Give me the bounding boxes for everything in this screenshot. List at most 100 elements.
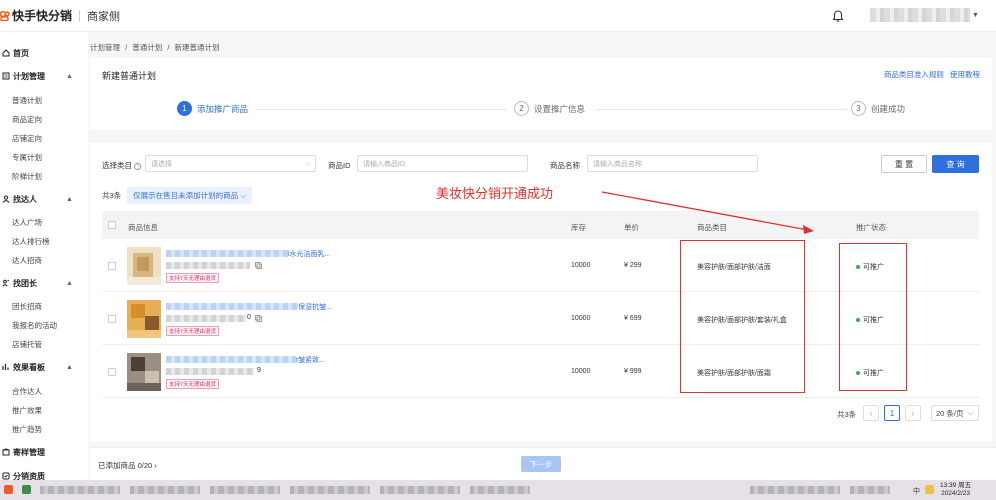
next-page-button[interactable]: › xyxy=(905,405,921,421)
sidebar-item-promo-effect[interactable]: 推广效果 xyxy=(0,401,88,419)
sidebar-item-tier-plan[interactable]: 阶梯计划 xyxy=(0,167,88,185)
header-category: 商品类目 xyxy=(697,223,727,232)
tray-app-icon[interactable] xyxy=(925,485,934,494)
prev-page-button[interactable]: ‹ xyxy=(863,405,879,421)
stock-value: 10000 xyxy=(571,262,591,269)
bell-icon[interactable] xyxy=(831,9,845,23)
product-name-input[interactable]: 请输入商品名称 xyxy=(587,155,758,172)
product-id-input[interactable]: 请输入商品ID xyxy=(357,155,528,172)
plan-icon xyxy=(2,72,10,80)
sidebar-item-label: 商品定向 xyxy=(12,114,42,124)
product-id-blurred xyxy=(166,262,250,269)
added-products-toggle[interactable]: 已添加商品 0/20 › xyxy=(98,460,157,471)
sidebar-item-product-target[interactable]: 商品定向 xyxy=(0,110,88,128)
user-account[interactable] xyxy=(870,8,970,22)
page-size-select[interactable]: 20 条/页 ⌵ xyxy=(931,405,979,421)
sidebar-item-talent-square[interactable]: 达人广场 xyxy=(0,213,88,231)
sidebar-item-promo-trend[interactable]: 推广趋势 xyxy=(0,420,88,438)
tray-icons-blurred[interactable] xyxy=(750,486,840,494)
sidebar-item-talent-ranking[interactable]: 达人排行榜 xyxy=(0,232,88,250)
sidebar-item-label: 阶梯计划 xyxy=(12,171,42,181)
copy-icon[interactable] xyxy=(255,315,262,322)
product-name-blurred[interactable] xyxy=(166,303,298,310)
pagination-total: 共3条 xyxy=(837,410,857,419)
query-button[interactable]: 查 询 xyxy=(932,155,979,173)
sidebar-item-label: 团长招商 xyxy=(12,301,42,311)
product-name[interactable]: l水光洁面乳... xyxy=(288,249,330,259)
help-icon[interactable]: ? xyxy=(134,162,142,170)
sidebar-group-label: 首页 xyxy=(13,48,29,58)
os-taskbar: 中 13:39 周五 2024/2/23 xyxy=(0,480,996,500)
sidebar-item-shop-target[interactable]: 店铺定向 xyxy=(0,129,88,147)
clock-date: 2024/2/23 xyxy=(941,490,970,497)
step-2: 2 设置推广信息 xyxy=(514,101,585,116)
sidebar-item-leader-recruit[interactable]: 团长招商 xyxy=(0,297,88,315)
sidebar-group-sample[interactable]: 寄样管理 xyxy=(0,443,88,461)
sidebar-item-partner-talents[interactable]: 合作达人 xyxy=(0,382,88,400)
sidebar-group-home[interactable]: 首页 xyxy=(0,44,88,62)
sidebar-item-label: 推广效果 xyxy=(12,405,42,415)
row-checkbox[interactable] xyxy=(108,315,116,323)
tutorial-link[interactable]: 使用教程 xyxy=(950,70,980,79)
filter-tag[interactable]: 仅展示在售且未添加计划的商品 ⌵ xyxy=(127,187,252,204)
sidebar-item-shop-hosting[interactable]: 店铺托管 xyxy=(0,335,88,353)
input-language[interactable]: 中 xyxy=(913,486,920,496)
taskbar-items-blurred[interactable] xyxy=(380,486,460,494)
page-size-value: 20 条/页 xyxy=(936,408,964,418)
app-icon[interactable] xyxy=(22,485,31,494)
sidebar-group-label: 找达人 xyxy=(13,194,37,204)
product-name[interactable]: t皱紧致... xyxy=(296,355,325,365)
step-number: 1 xyxy=(177,101,192,116)
chart-icon xyxy=(2,364,9,370)
footer-bar: 已添加商品 0/20 › 下一步 xyxy=(90,447,996,480)
select-all-checkbox[interactable] xyxy=(108,221,116,229)
product-thumbnail xyxy=(127,247,161,285)
sidebar-item-exclusive-plan[interactable]: 专属计划 xyxy=(0,148,88,166)
step-1: 1 添加推广商品 xyxy=(177,101,248,116)
copy-icon[interactable] xyxy=(255,262,262,269)
product-name[interactable]: 保湿抗皱... xyxy=(298,302,332,312)
caret-down-icon[interactable]: ▼ xyxy=(972,12,979,19)
sidebar-item-label: 推广趋势 xyxy=(12,424,42,434)
step-3: 3 创建成功 xyxy=(851,101,905,116)
package-icon xyxy=(2,448,10,456)
product-name-blurred[interactable] xyxy=(166,356,296,363)
stock-value: 10000 xyxy=(571,368,591,375)
sidebar-group-dashboard[interactable]: 效果看板 ▲ xyxy=(0,358,88,376)
row-checkbox[interactable] xyxy=(108,262,116,270)
breadcrumb-normal-plan[interactable]: 普通计划 xyxy=(132,43,162,52)
taskbar-items-blurred[interactable] xyxy=(40,486,120,494)
sidebar-group-label: 分销资质 xyxy=(13,471,45,481)
product-name-blurred[interactable] xyxy=(166,250,288,257)
breadcrumb-plan-mgmt[interactable]: 计划管理 xyxy=(90,43,120,52)
row-checkbox[interactable] xyxy=(108,368,116,376)
app-icon[interactable] xyxy=(4,485,13,494)
sidebar-item-normal-plan[interactable]: 普通计划 xyxy=(0,91,88,109)
home-icon xyxy=(2,49,10,57)
sidebar-group-plan[interactable]: 计划管理 ▲ xyxy=(0,67,88,85)
tray-icons-blurred[interactable] xyxy=(850,486,890,494)
sidebar-item-talent-recruit[interactable]: 达人招商 xyxy=(0,251,88,269)
return-policy-badge: 支持7天无理由退货 xyxy=(166,326,220,336)
sidebar-item-my-activities[interactable]: 我报名的活动 xyxy=(0,316,88,334)
taskbar-items-blurred[interactable] xyxy=(470,486,530,494)
sidebar: 首页 计划管理 ▲ 普通计划 商品定向 店铺定向 专属计划 阶梯计划 找达人 ▲… xyxy=(0,32,88,480)
sidebar-group-label: 找团长 xyxy=(13,278,37,288)
page-1-button[interactable]: 1 xyxy=(884,405,900,421)
step-number: 2 xyxy=(514,101,529,116)
system-clock[interactable]: 13:39 周五 2024/2/23 xyxy=(940,482,971,498)
category-rules-link[interactable]: 商品类目准入规则 xyxy=(884,70,944,79)
taskbar-items-blurred[interactable] xyxy=(210,486,280,494)
user-icon xyxy=(2,195,10,203)
sidebar-group-find-talent[interactable]: 找达人 ▲ xyxy=(0,190,88,208)
sidebar-group-find-leader[interactable]: 找团长 ▲ xyxy=(0,274,88,292)
taskbar-items-blurred[interactable] xyxy=(130,486,200,494)
next-step-button[interactable]: 下一步 xyxy=(521,456,561,472)
category-placeholder: 请选择 xyxy=(151,160,172,168)
reset-button[interactable]: 重 置 xyxy=(881,155,927,173)
taskbar-items-blurred[interactable] xyxy=(290,486,370,494)
sidebar-group-qualification[interactable]: 分销资质 xyxy=(0,467,88,480)
product-thumbnail xyxy=(127,300,161,338)
kuaishou-logo-icon xyxy=(0,10,10,21)
category-select[interactable]: 请选择 ⌵ xyxy=(145,155,316,172)
